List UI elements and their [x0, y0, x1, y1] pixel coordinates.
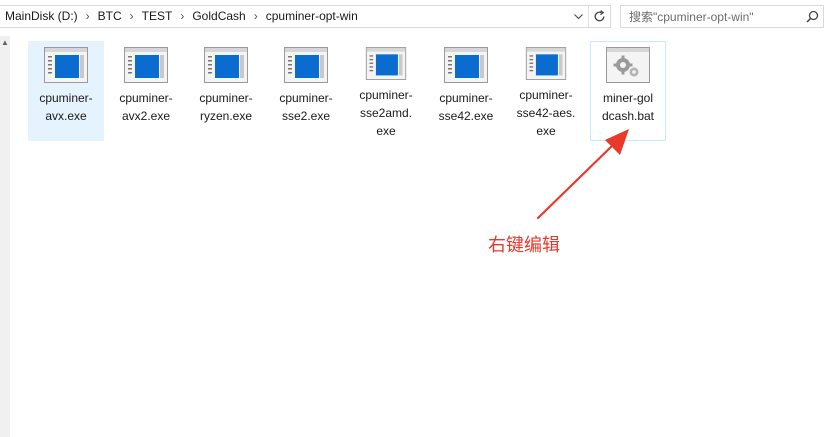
file-name-line: cpuminer- — [119, 91, 173, 105]
breadcrumb-item-drive[interactable]: MainDisk (D:) — [1, 6, 82, 27]
file-name-line: exe — [536, 124, 556, 138]
exe-icon — [525, 47, 567, 80]
bat-gear-icon — [606, 47, 650, 83]
file-name: cpuminer-sse2amd. exe — [349, 86, 423, 140]
exe-icon — [365, 47, 407, 80]
file-name-line: ryzen.exe — [199, 109, 253, 123]
file-name: cpuminer-ryzen.exe — [189, 89, 263, 125]
annotation-label: 右键编辑 — [488, 235, 560, 256]
search-input[interactable] — [621, 6, 801, 27]
breadcrumb-chevron-icon[interactable]: › — [176, 6, 188, 27]
file-name: cpuminer-sse2.exe — [269, 89, 343, 125]
file-item[interactable]: cpuminer-avx2.exe — [108, 41, 184, 141]
file-name-line: sse42-aes. — [516, 106, 576, 120]
exe-icon — [284, 47, 328, 83]
address-bar[interactable]: MainDisk (D:) › BTC › TEST › GoldCash › … — [0, 5, 611, 28]
file-name-line: cpuminer- — [359, 88, 413, 102]
file-name-line: cpuminer- — [39, 91, 93, 105]
file-item[interactable]: cpuminer-sse2.exe — [268, 41, 344, 141]
breadcrumb-chevron-icon[interactable]: › — [82, 6, 94, 27]
file-name-line: miner-gol — [602, 91, 653, 105]
file-name-line: avx2.exe — [121, 109, 171, 123]
breadcrumb-item-goldcash[interactable]: GoldCash — [188, 6, 249, 27]
breadcrumb-item-btc[interactable]: BTC — [94, 6, 126, 27]
explorer-toolbar: MainDisk (D:) › BTC › TEST › GoldCash › … — [0, 0, 834, 36]
exe-icon — [444, 47, 488, 83]
file-name: cpuminer-avx2.exe — [109, 89, 183, 125]
file-name-line: exe — [376, 124, 396, 138]
file-name-line: avx.exe — [45, 109, 87, 123]
file-name-line: cpuminer- — [279, 91, 333, 105]
navigation-pane-scrollbar[interactable]: ▲ — [0, 36, 10, 437]
file-name-line: sse2amd. — [359, 106, 413, 120]
breadcrumb-chevron-icon[interactable]: › — [250, 6, 262, 27]
file-item[interactable]: miner-gol dcash.bat — [590, 41, 666, 141]
breadcrumb-item-current-folder[interactable]: cpuminer-opt-win — [262, 6, 362, 27]
search-box[interactable] — [620, 5, 824, 28]
file-name-line: cpuminer- — [199, 91, 253, 105]
file-name-line: cpuminer- — [519, 88, 573, 102]
refresh-button[interactable] — [588, 6, 610, 27]
file-item[interactable]: cpuminer-sse42.exe — [428, 41, 504, 141]
breadcrumb-item-test[interactable]: TEST — [138, 6, 177, 27]
file-name: cpuminer-sse42-aes. exe — [509, 86, 583, 140]
file-item[interactable]: cpuminer-sse2amd. exe — [348, 41, 424, 141]
exe-icon — [124, 47, 168, 83]
file-name: miner-gol dcash.bat — [591, 89, 665, 125]
search-icon[interactable] — [801, 10, 823, 23]
file-name-line: sse2.exe — [281, 109, 331, 123]
file-name: cpuminer-sse42.exe — [429, 89, 503, 125]
refresh-icon — [594, 10, 605, 22]
breadcrumb-chevron-icon[interactable]: › — [126, 6, 138, 27]
exe-icon — [44, 47, 88, 83]
file-name-line: dcash.bat — [601, 109, 655, 123]
scroll-up-arrow-icon[interactable]: ▲ — [1, 38, 9, 47]
file-item[interactable]: cpuminer-ryzen.exe — [188, 41, 264, 141]
file-name-line: cpuminer- — [439, 91, 493, 105]
chevron-down-icon — [574, 13, 583, 19]
file-item[interactable]: cpuminer-avx.exe — [28, 41, 104, 141]
file-name: cpuminer-avx.exe — [29, 89, 103, 125]
history-dropdown-button[interactable] — [568, 6, 588, 27]
breadcrumb: MainDisk (D:) › BTC › TEST › GoldCash › … — [0, 6, 568, 27]
file-item[interactable]: cpuminer-sse42-aes. exe — [508, 41, 584, 141]
exe-icon — [204, 47, 248, 83]
file-name-line: sse42.exe — [438, 109, 494, 123]
